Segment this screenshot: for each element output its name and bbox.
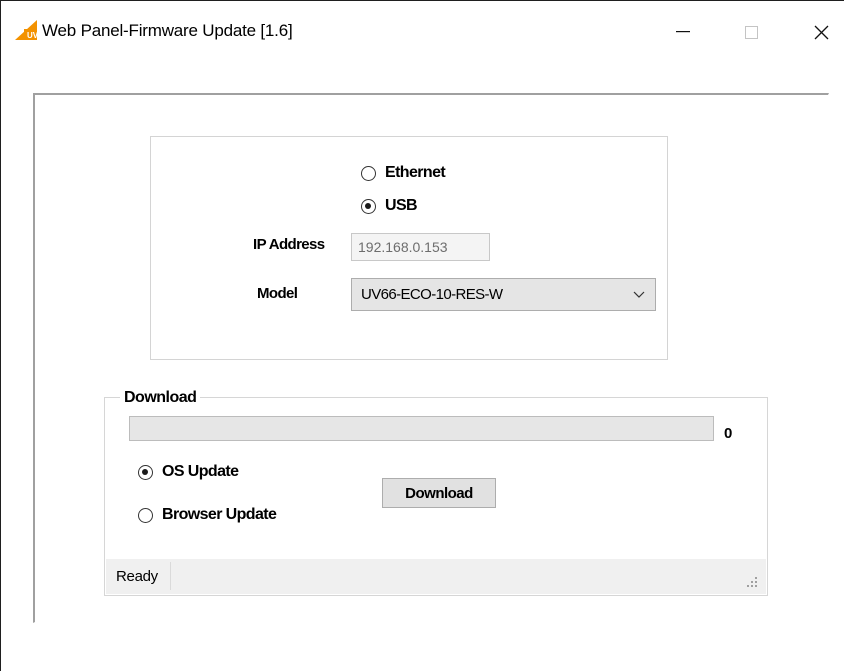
download-progress-value: 0 bbox=[724, 425, 733, 442]
maximize-icon bbox=[744, 25, 758, 39]
svg-text:UV: UV bbox=[27, 31, 37, 40]
minimize-button[interactable] bbox=[660, 12, 706, 52]
download-progress-bar bbox=[129, 416, 714, 441]
resize-grip-icon[interactable] bbox=[744, 574, 758, 588]
close-icon bbox=[814, 25, 828, 39]
download-button[interactable]: Download bbox=[382, 478, 496, 508]
radio-os-update[interactable]: OS Update bbox=[138, 463, 239, 481]
chevron-down-icon bbox=[633, 291, 645, 298]
radio-ethernet-indicator bbox=[361, 165, 376, 181]
radio-browser-update-label: Browser Update bbox=[162, 506, 277, 523]
download-group-label: Download bbox=[120, 389, 201, 407]
model-dropdown-value: UV66-ECO-10-RES-W bbox=[361, 286, 503, 303]
radio-usb-label: USB bbox=[385, 197, 418, 214]
radio-ethernet-label: Ethernet bbox=[385, 164, 446, 181]
status-bar bbox=[106, 559, 766, 594]
model-dropdown[interactable]: UV66-ECO-10-RES-W bbox=[351, 278, 656, 311]
window-border-left bbox=[0, 0, 1, 671]
close-button[interactable] bbox=[798, 12, 844, 52]
window-title: Web Panel-Firmware Update [1.6] bbox=[42, 21, 293, 40]
radio-usb[interactable]: USB bbox=[361, 197, 418, 215]
ip-address-label: IP Address bbox=[253, 236, 325, 253]
radio-ethernet[interactable]: Ethernet bbox=[361, 164, 446, 182]
radio-usb-indicator bbox=[361, 198, 376, 214]
ip-address-field[interactable] bbox=[351, 233, 490, 261]
status-separator bbox=[170, 562, 171, 590]
maximize-button[interactable] bbox=[728, 12, 774, 52]
status-text: Ready bbox=[116, 568, 158, 585]
radio-os-update-indicator bbox=[138, 464, 153, 480]
radio-os-update-label: OS Update bbox=[162, 463, 239, 480]
minimize-icon bbox=[676, 31, 690, 33]
radio-browser-update-indicator bbox=[138, 507, 153, 523]
radio-browser-update[interactable]: Browser Update bbox=[138, 506, 277, 524]
model-label: Model bbox=[257, 285, 298, 302]
app-logo-icon: UV bbox=[15, 20, 37, 40]
